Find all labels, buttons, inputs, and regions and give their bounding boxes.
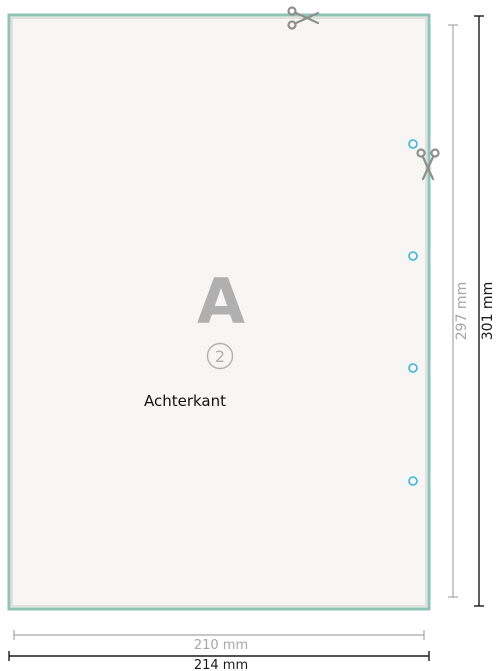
dimension-outer-width-label: 214 mm — [194, 658, 248, 671]
dimension-outer-height-label: 301 mm — [480, 282, 496, 340]
side-label: Achterkant — [144, 392, 226, 410]
print-layout-diagram: A 2 Achterkant 297 mm 301 mm 210 mm 214 … — [7, 6, 496, 671]
page-letter: A — [197, 265, 245, 338]
page-number: 2 — [215, 347, 225, 366]
dimension-inner-width-label: 210 mm — [194, 638, 248, 653]
dimension-inner-height-label: 297 mm — [454, 282, 470, 340]
